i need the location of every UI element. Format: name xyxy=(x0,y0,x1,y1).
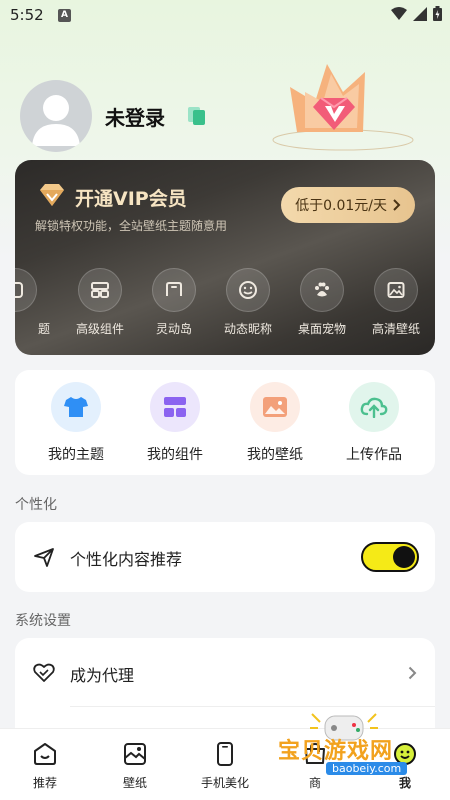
quick-icon-circle xyxy=(250,382,300,432)
nav-label: 手机美化 xyxy=(200,776,249,790)
notification-badge: A xyxy=(58,9,71,22)
system-settings-section-label: 系统设置 xyxy=(15,613,71,629)
nav-wallpaper[interactable]: 壁纸 xyxy=(95,741,175,791)
smiley-icon xyxy=(239,281,257,299)
wallpaper-icon xyxy=(124,743,146,765)
quick-action-label: 我的主题 xyxy=(48,447,104,463)
quick-icon-circle xyxy=(349,382,399,432)
nav-phone-beautify[interactable]: 手机美化 xyxy=(185,741,265,791)
vip-feature-widget[interactable]: 高级组件 xyxy=(65,268,135,337)
status-time: 5:52 xyxy=(10,6,44,24)
vip-feature-label: 桌面宠物 xyxy=(297,322,346,336)
my-wallpapers-button[interactable]: 我的壁纸 xyxy=(230,382,320,464)
phone-icon xyxy=(217,742,233,766)
login-status[interactable]: 未登录 xyxy=(105,102,165,131)
nav-recommend[interactable]: 推荐 xyxy=(5,741,85,791)
avatar[interactable] xyxy=(20,80,92,152)
dynamic-island-icon xyxy=(166,282,182,296)
watermark-text: 宝贝游戏网 xyxy=(278,739,394,764)
vip-feature-label: 题 xyxy=(37,322,50,336)
cloud-upload-icon xyxy=(360,397,388,418)
vip-subtitle: 解锁特权功能，全站壁纸主题随意用 xyxy=(35,219,228,233)
copy-icon[interactable] xyxy=(186,105,208,127)
battery-icon xyxy=(433,6,442,21)
widget-icon xyxy=(164,397,186,417)
feature-icon-circle xyxy=(15,268,37,312)
content-recommend-toggle[interactable] xyxy=(361,542,419,572)
become-agent-label[interactable]: 成为代理 xyxy=(70,662,134,686)
image-icon xyxy=(263,397,287,417)
feature-icon-circle xyxy=(78,268,122,312)
chevron-right-icon[interactable] xyxy=(408,666,417,680)
my-widgets-button[interactable]: 我的组件 xyxy=(130,382,220,464)
personalization-section-label: 个性化 xyxy=(15,497,57,513)
vip-button-label: 低于0.01元/天 xyxy=(295,198,387,214)
tshirt-icon xyxy=(64,397,88,417)
wifi-icon xyxy=(391,6,407,20)
vip-feature-hd-wallpaper[interactable]: 高清壁纸 xyxy=(361,268,431,337)
vip-feature-pet[interactable]: 桌面宠物 xyxy=(287,268,357,337)
feature-icon-circle xyxy=(226,268,270,312)
vip-gem-icon xyxy=(40,184,64,206)
nav-label: 推荐 xyxy=(32,776,57,790)
vip-feature-theme[interactable]: 题 xyxy=(15,268,50,337)
vip-feature-label: 高清壁纸 xyxy=(371,322,420,336)
vip-card[interactable]: 开通VIP会员 解锁特权功能，全站壁纸主题随意用 低于0.01元/天 题 高级组… xyxy=(15,160,435,355)
content-recommend-row: 个性化内容推荐 xyxy=(15,522,435,592)
widget-icon xyxy=(91,282,109,298)
vip-feature-label: 灵动岛 xyxy=(155,322,192,336)
user-icon xyxy=(32,95,80,146)
row-divider xyxy=(70,706,435,707)
vip-feature-label: 高级组件 xyxy=(75,322,124,336)
feature-icon-circle xyxy=(152,268,196,312)
watermark-url: baobeiy.com xyxy=(326,762,408,775)
chevron-right-icon xyxy=(393,199,401,211)
quick-icon-circle xyxy=(150,382,200,432)
toggle-knob xyxy=(393,546,415,568)
quick-actions-card: 我的主题 我的组件 我的壁纸 上传作品 xyxy=(15,370,435,475)
quick-icon-circle xyxy=(51,382,101,432)
vip-feature-label: 动态昵称 xyxy=(223,322,272,336)
vip-features: 题 高级组件 灵动岛 动态昵称 桌面宠物 高清壁纸 xyxy=(15,268,435,348)
signal-icon xyxy=(413,6,427,21)
quick-action-label: 上传作品 xyxy=(346,447,402,463)
quick-action-label: 我的壁纸 xyxy=(247,447,303,463)
vip-title: 开通VIP会员 xyxy=(75,188,187,210)
feature-icon-circle xyxy=(374,268,418,312)
content-recommend-label: 个性化内容推荐 xyxy=(70,550,183,569)
handshake-heart-icon xyxy=(33,663,55,682)
my-themes-button[interactable]: 我的主题 xyxy=(31,382,121,464)
vip-feature-nickname[interactable]: 动态昵称 xyxy=(213,268,283,337)
vip-purchase-button[interactable]: 低于0.01元/天 xyxy=(281,187,415,223)
status-icons xyxy=(391,6,442,21)
paw-icon xyxy=(315,282,329,297)
quick-action-label: 我的组件 xyxy=(147,447,203,463)
image-icon xyxy=(387,282,405,298)
upload-works-button[interactable]: 上传作品 xyxy=(329,382,419,464)
nav-label: 壁纸 xyxy=(122,776,147,790)
vip-crown-icon xyxy=(272,64,414,151)
home-face-icon xyxy=(34,743,56,765)
theme-icon xyxy=(15,282,23,298)
feature-icon-circle xyxy=(300,268,344,312)
send-icon xyxy=(34,548,54,567)
vip-feature-dynamic-island[interactable]: 灵动岛 xyxy=(139,268,209,337)
status-bar: 5:52 A xyxy=(0,0,450,32)
